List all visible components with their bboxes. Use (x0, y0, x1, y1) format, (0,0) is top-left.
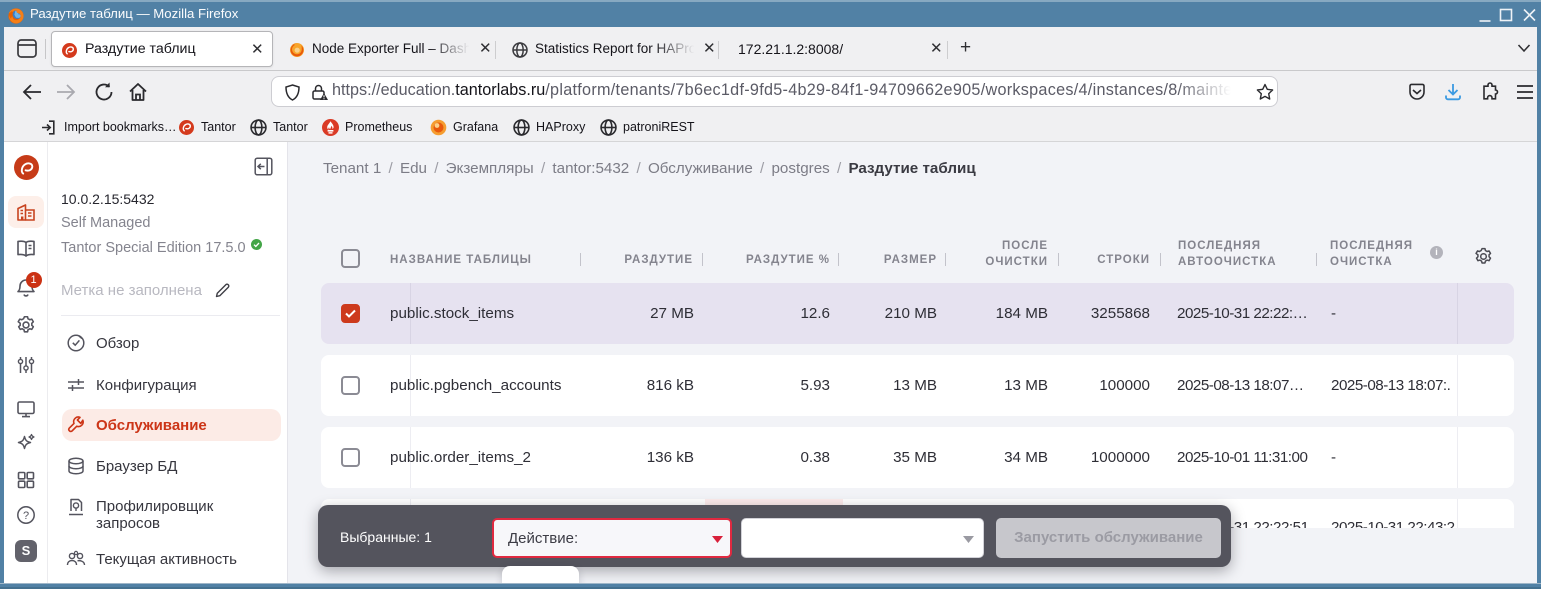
svg-text:?: ? (23, 510, 29, 522)
